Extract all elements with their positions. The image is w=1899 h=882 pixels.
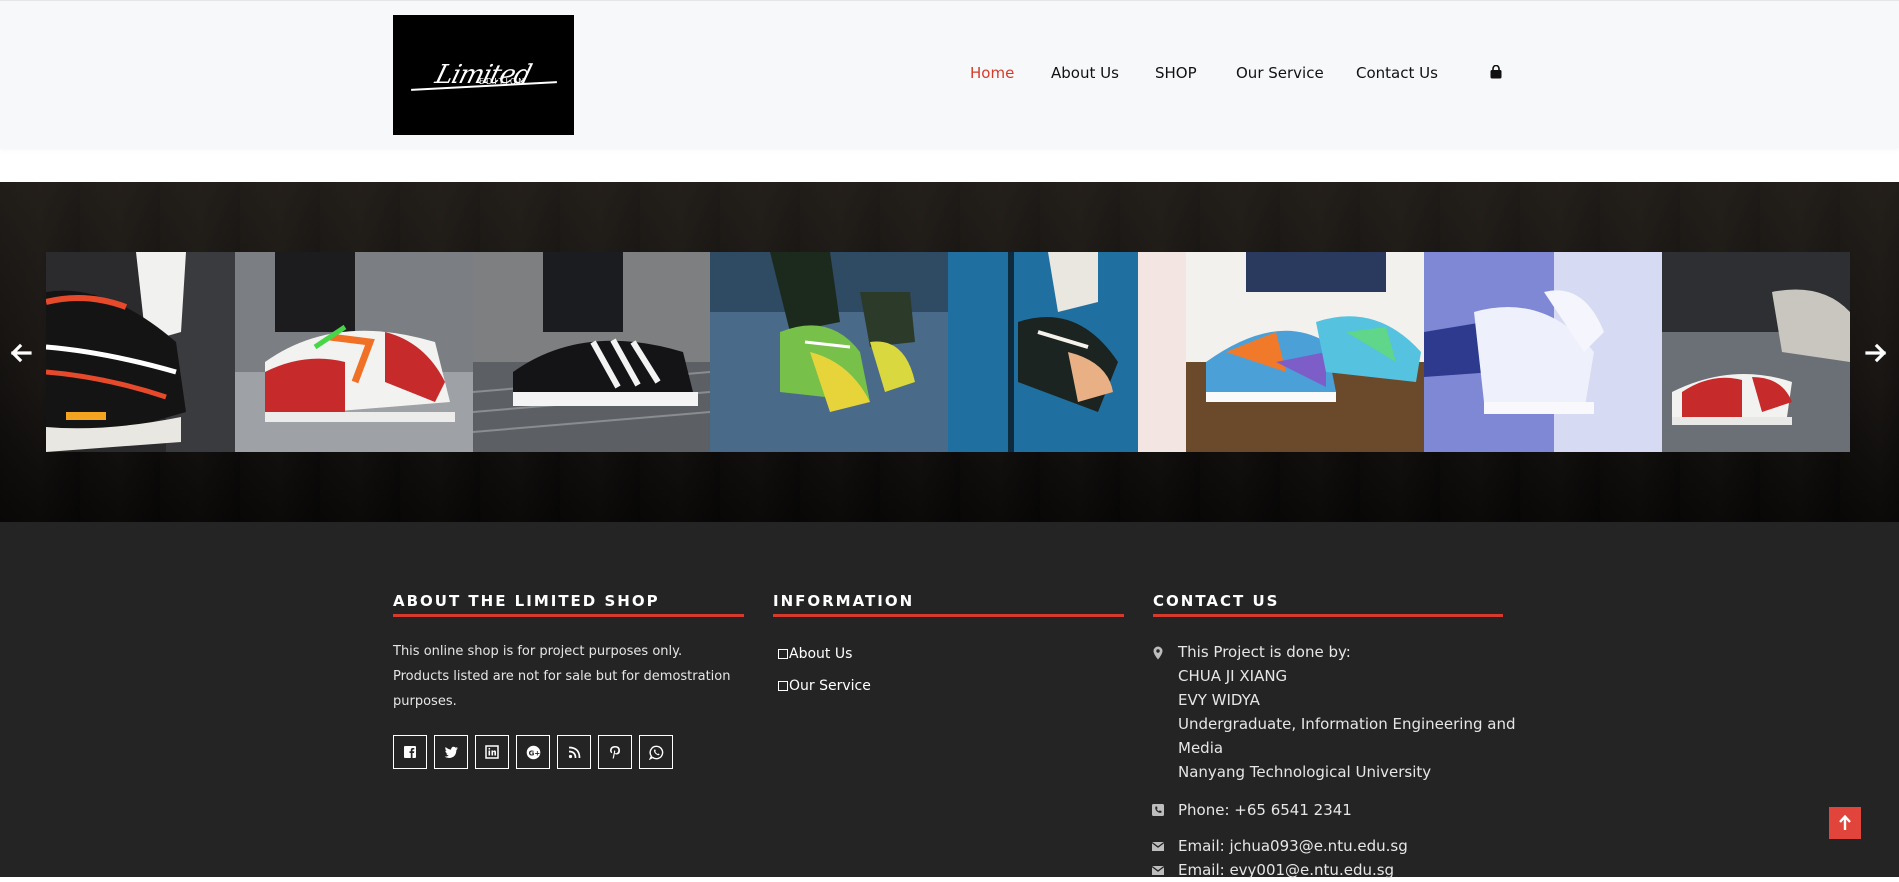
footer-link-our-service[interactable]: Our Service (778, 678, 871, 694)
sneaker-image (473, 252, 710, 452)
phone-icon (1152, 804, 1164, 816)
gallery-image[interactable] (235, 252, 473, 452)
envelope-icon (1151, 841, 1165, 851)
contact-line: Undergraduate, Information Engineering a… (1178, 715, 1516, 733)
about-line: Products listed are not for sale but for… (393, 669, 731, 684)
nav-shop[interactable]: SHOP (1155, 64, 1197, 82)
sneaker-image (1186, 252, 1424, 452)
gallery-image[interactable] (1186, 252, 1424, 452)
twitter-icon[interactable] (434, 735, 468, 769)
rss-icon[interactable] (557, 735, 591, 769)
footer-link-label: Our Service (789, 678, 871, 694)
gallery-image[interactable] (948, 252, 1186, 452)
contact-email-2[interactable]: Email: evy001@e.ntu.edu.sg (1178, 858, 1394, 882)
about-line: purposes. (393, 694, 457, 709)
sneaker-image (1662, 252, 1850, 452)
back-to-top-button[interactable] (1829, 807, 1861, 839)
whatsapp-icon[interactable] (639, 735, 673, 769)
envelope-icon (1151, 865, 1165, 875)
gallery-image[interactable] (473, 252, 710, 452)
sneaker-image (710, 252, 948, 452)
facebook-icon[interactable] (393, 735, 427, 769)
gallery-image[interactable] (710, 252, 948, 452)
nav-contact-us[interactable]: Contact Us (1356, 64, 1438, 82)
site-footer: ABOUT THE LIMITED SHOP This online shop … (0, 522, 1899, 879)
nav-our-service[interactable]: Our Service (1236, 64, 1324, 82)
sneaker-image (235, 252, 473, 452)
contact-heading: CONTACT US (1153, 592, 1280, 610)
arrow-up-icon (1839, 814, 1851, 830)
contact-line: CHUA JI XIANG (1178, 667, 1288, 685)
contact-line: Media (1178, 739, 1224, 757)
about-line: This online shop is for project purposes… (393, 644, 683, 659)
sneaker-image (948, 252, 1186, 452)
information-heading-underline (773, 614, 1124, 617)
contact-line: Nanyang Technological University (1178, 763, 1432, 781)
contact-line: This Project is done by: (1178, 643, 1351, 661)
site-logo[interactable]: Limited EDITION (393, 15, 574, 135)
contact-phone[interactable]: Phone: +65 6541 2341 (1178, 798, 1352, 822)
arrow-left-icon[interactable] (6, 338, 36, 368)
gallery-image[interactable] (1662, 252, 1850, 452)
nav-home[interactable]: Home (970, 64, 1014, 82)
site-header: Limited EDITION Home About Us SHOP Our S… (0, 0, 1899, 148)
footer-link-label: About Us (789, 646, 853, 662)
shopping-bag-icon[interactable] (1489, 65, 1503, 79)
information-heading: INFORMATION (773, 592, 915, 610)
contact-line: EVY WIDYA (1178, 691, 1260, 709)
sneaker-image (46, 252, 235, 452)
google-plus-icon[interactable]: G+ (516, 735, 550, 769)
linkedin-icon[interactable] (475, 735, 509, 769)
svg-text:G+: G+ (528, 749, 540, 757)
contact-email-1[interactable]: Email: jchua093@e.ntu.edu.sg (1178, 834, 1408, 858)
about-heading-underline (393, 614, 744, 617)
sneaker-image (1424, 252, 1662, 452)
gallery-image[interactable] (46, 252, 235, 452)
nav-about-us[interactable]: About Us (1051, 64, 1119, 82)
arrow-right-icon[interactable] (1861, 338, 1891, 368)
contact-heading-underline (1153, 614, 1503, 617)
contact-address: This Project is done by: CHUA JI XIANG E… (1178, 640, 1515, 784)
footer-link-about-us[interactable]: About Us (778, 646, 852, 662)
pinterest-icon[interactable] (598, 735, 632, 769)
gallery-image[interactable] (1424, 252, 1662, 452)
about-heading: ABOUT THE LIMITED SHOP (393, 592, 660, 610)
square-icon (778, 649, 788, 659)
about-text: This online shop is for project purposes… (393, 639, 733, 714)
square-icon (778, 681, 788, 691)
map-marker-icon (1153, 646, 1163, 660)
sneaker-gallery (0, 182, 1899, 522)
